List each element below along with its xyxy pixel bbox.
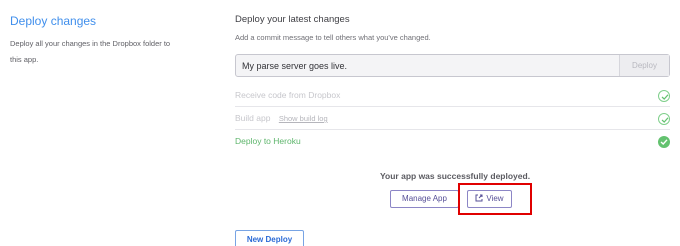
step-label: Deploy to Heroku: [235, 136, 301, 146]
check-icon: [658, 113, 670, 125]
view-button[interactable]: View: [467, 190, 512, 208]
check-icon: [658, 136, 670, 148]
step-receive-code: Receive code from Dropbox: [235, 84, 670, 107]
panel-title: Deploy your latest changes: [235, 14, 350, 25]
panel-subtitle: Add a commit message to tell others what…: [235, 33, 431, 42]
success-message: Your app was successfully deployed.: [380, 171, 531, 181]
deploy-steps: Receive code from Dropbox Build app Show…: [235, 84, 670, 153]
commit-message-input[interactable]: [236, 55, 621, 76]
section-title: Deploy changes: [10, 14, 97, 28]
step-build-app: Build app Show build log: [235, 107, 670, 130]
show-build-log-link[interactable]: Show build log: [279, 114, 328, 123]
new-deploy-button[interactable]: New Deploy: [235, 230, 304, 246]
deploy-button[interactable]: Deploy: [619, 55, 669, 76]
view-label: View: [486, 194, 504, 203]
manage-app-button[interactable]: Manage App: [390, 190, 459, 208]
section-description: Deploy all your changes in the Dropbox f…: [10, 39, 171, 64]
deploy-section-info: Deploy changes Deploy all your changes i…: [10, 14, 190, 68]
check-icon: [658, 90, 670, 102]
commit-message-row: Deploy: [235, 54, 670, 77]
step-label: Receive code from Dropbox: [235, 90, 341, 100]
step-label: Build app: [235, 113, 271, 123]
external-link-icon: [475, 194, 483, 202]
step-deploy-heroku: Deploy to Heroku: [235, 130, 670, 153]
deploy-panel: Deploy your latest changes Add a commit …: [235, 14, 670, 246]
